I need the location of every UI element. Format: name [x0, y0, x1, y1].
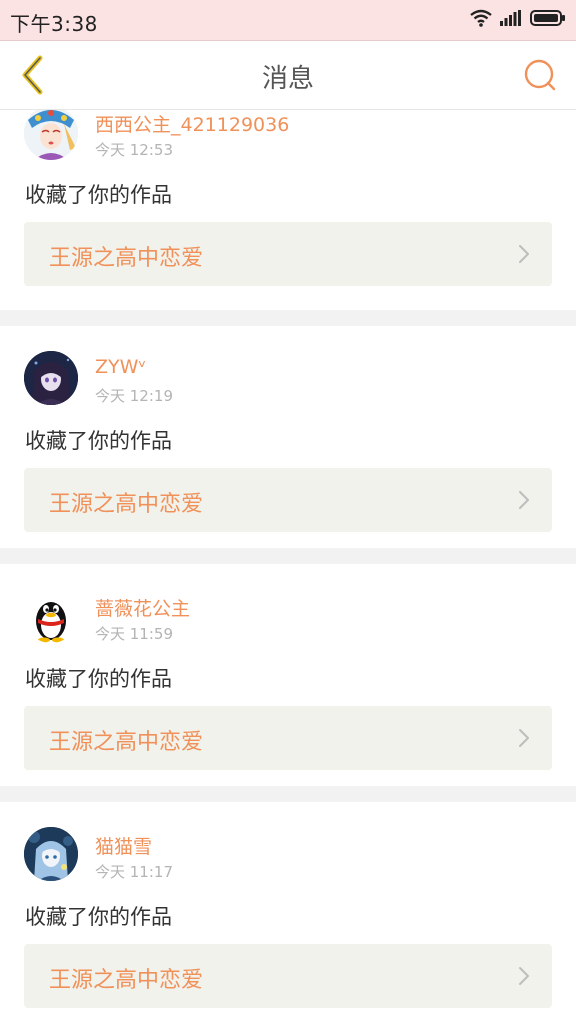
status-bar: 下午3:38	[0, 0, 576, 41]
avatar[interactable]	[24, 351, 78, 405]
timestamp: 今天 12:53	[95, 141, 173, 159]
timestamp: 今天 11:17	[95, 863, 173, 881]
work-title: 王源之高中恋爱	[49, 968, 204, 993]
page-title: 消息	[261, 64, 314, 94]
avatar[interactable]	[24, 589, 78, 643]
action-text: 收藏了你的作品	[25, 183, 172, 207]
nav-bar: 消息	[0, 41, 576, 110]
username[interactable]: 猫猫雪	[95, 832, 152, 859]
username[interactable]: ZYWᵛ	[95, 356, 146, 378]
action-text: 收藏了你的作品	[25, 905, 172, 929]
chevron-right-icon	[519, 729, 529, 747]
status-time: 下午3:38	[10, 12, 98, 36]
message-card: 猫猫雪 今天 11:17 收藏了你的作品 王源之高中恋爱	[0, 802, 576, 1024]
work-title: 王源之高中恋爱	[49, 246, 204, 271]
chevron-right-icon	[519, 245, 529, 263]
username[interactable]: 蔷薇花公主	[95, 594, 190, 621]
message-card: ZYWᵛ 今天 12:19 收藏了你的作品 王源之高中恋爱	[0, 326, 576, 548]
message-card: 蔷薇花公主 今天 11:59 收藏了你的作品 王源之高中恋爱	[0, 564, 576, 786]
action-text: 收藏了你的作品	[25, 429, 172, 453]
signal-icon	[500, 10, 522, 30]
message-list[interactable]: 西西公主_421129036 今天 12:53 收藏了你的作品 王源之高中恋爱	[0, 110, 576, 1024]
work-link[interactable]: 王源之高中恋爱	[24, 706, 552, 770]
search-button[interactable]	[522, 57, 558, 93]
work-link[interactable]: 王源之高中恋爱	[24, 468, 552, 532]
username[interactable]: 西西公主_421129036	[95, 110, 289, 137]
status-icons	[470, 9, 566, 31]
timestamp: 今天 12:19	[95, 387, 173, 405]
work-title: 王源之高中恋爱	[49, 492, 204, 517]
work-title: 王源之高中恋爱	[49, 730, 204, 755]
avatar[interactable]	[24, 827, 78, 881]
search-icon	[524, 59, 556, 91]
action-text: 收藏了你的作品	[25, 667, 172, 691]
chevron-right-icon	[519, 491, 529, 509]
work-link[interactable]: 王源之高中恋爱	[24, 222, 552, 286]
avatar[interactable]	[24, 110, 78, 160]
message-card: 西西公主_421129036 今天 12:53 收藏了你的作品 王源之高中恋爱	[0, 110, 576, 310]
wifi-icon	[470, 9, 492, 31]
chevron-right-icon	[519, 967, 529, 985]
work-link[interactable]: 王源之高中恋爱	[24, 944, 552, 1008]
timestamp: 今天 11:59	[95, 625, 173, 643]
battery-icon	[530, 10, 566, 30]
